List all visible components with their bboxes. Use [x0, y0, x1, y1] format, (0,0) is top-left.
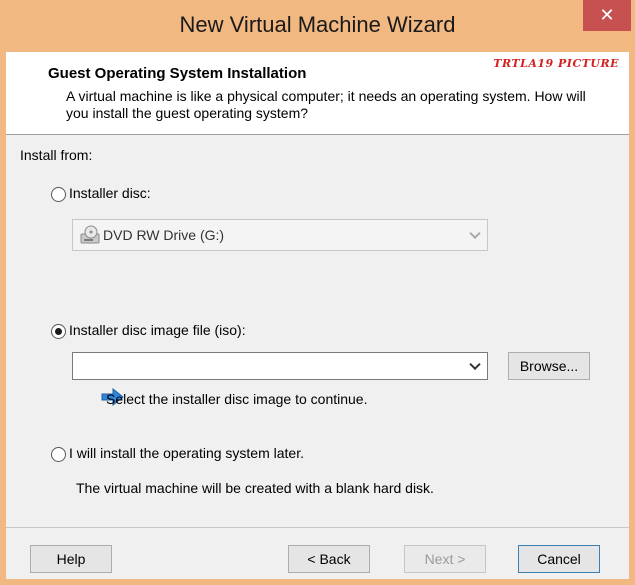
close-button[interactable]: ✕ [583, 0, 631, 31]
window-title: New Virtual Machine Wizard [179, 12, 456, 37]
disc-drive-select[interactable]: DVD RW Drive (G:) [72, 219, 488, 251]
dvd-drive-icon [80, 225, 100, 244]
iso-label[interactable]: Installer disc image file (iso): [69, 322, 246, 338]
install-later-hint: The virtual machine will be created with… [76, 480, 434, 496]
page-description: A virtual machine is like a physical com… [66, 88, 586, 121]
chevron-down-icon[interactable] [469, 358, 481, 371]
footer-divider [6, 527, 629, 528]
browse-button[interactable]: Browse... [508, 352, 590, 380]
iso-path-input[interactable] [72, 352, 488, 380]
cancel-button[interactable]: Cancel [518, 545, 600, 573]
install-from-label: Install from: [20, 147, 93, 163]
disc-drive-value: DVD RW Drive (G:) [103, 227, 225, 243]
help-button[interactable]: Help [30, 545, 112, 573]
install-later-label[interactable]: I will install the operating system late… [69, 445, 304, 461]
install-later-radio[interactable] [51, 447, 66, 462]
back-button[interactable]: < Back [288, 545, 370, 573]
installer-disc-label[interactable]: Installer disc: [69, 185, 151, 201]
next-button[interactable]: Next > [404, 545, 486, 573]
iso-hint: Select the installer disc image to conti… [106, 391, 368, 407]
watermark-text: TRTLA19 PICTURE [493, 57, 619, 70]
chevron-down-icon [469, 227, 481, 240]
iso-radio[interactable] [51, 324, 66, 339]
title-bar[interactable]: New Virtual Machine Wizard ✕ [0, 0, 635, 52]
installer-disc-radio[interactable] [51, 187, 66, 202]
wizard-window: New Virtual Machine Wizard ✕ Guest Opera… [0, 0, 635, 585]
close-icon: ✕ [599, 5, 615, 25]
wizard-header: Guest Operating System Installation A vi… [6, 52, 629, 135]
page-title: Guest Operating System Installation [48, 65, 307, 82]
